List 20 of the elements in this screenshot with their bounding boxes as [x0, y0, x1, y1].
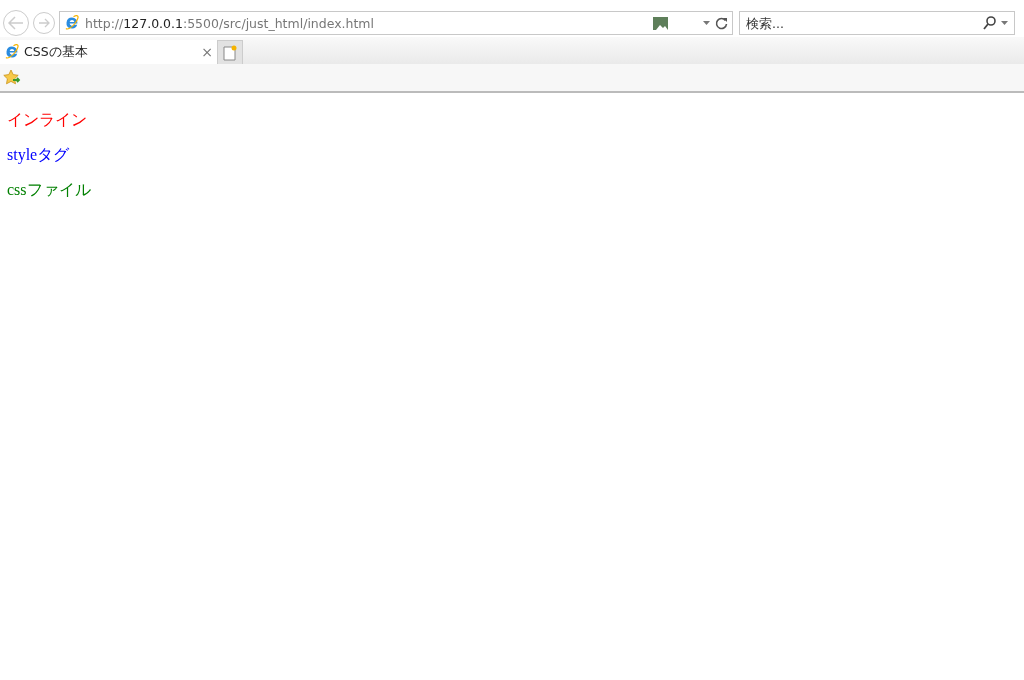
- search-icon[interactable]: [983, 16, 996, 30]
- paragraph-text: styleタグ: [7, 147, 70, 163]
- close-tab-button[interactable]: ×: [201, 44, 213, 60]
- search-field[interactable]: 検索...: [739, 11, 1015, 35]
- paragraph-text: インライン: [7, 112, 87, 128]
- browser-tab[interactable]: CSSの基本 ×: [0, 40, 217, 64]
- tab-title: CSSの基本: [24, 43, 89, 61]
- dropdown-caret-icon[interactable]: [1001, 21, 1008, 25]
- favorites-star-icon[interactable]: [3, 69, 21, 86]
- refresh-icon[interactable]: [715, 16, 728, 30]
- url-text: http://127.0.0.1:5500/src/just_html/index.html: [85, 15, 376, 31]
- back-arrow-icon: [8, 16, 24, 30]
- browser-logo-icon: [64, 15, 80, 31]
- forward-arrow-icon: [38, 18, 50, 28]
- browser-logo-icon: [4, 44, 20, 60]
- address-bar[interactable]: http://127.0.0.1:5500/src/just_html/index.html: [59, 11, 733, 35]
- paragraph-text: cssファイル: [7, 182, 91, 198]
- image-icon[interactable]: [653, 16, 668, 30]
- dropdown-caret-icon[interactable]: [703, 21, 710, 25]
- new-page-icon: [223, 44, 237, 61]
